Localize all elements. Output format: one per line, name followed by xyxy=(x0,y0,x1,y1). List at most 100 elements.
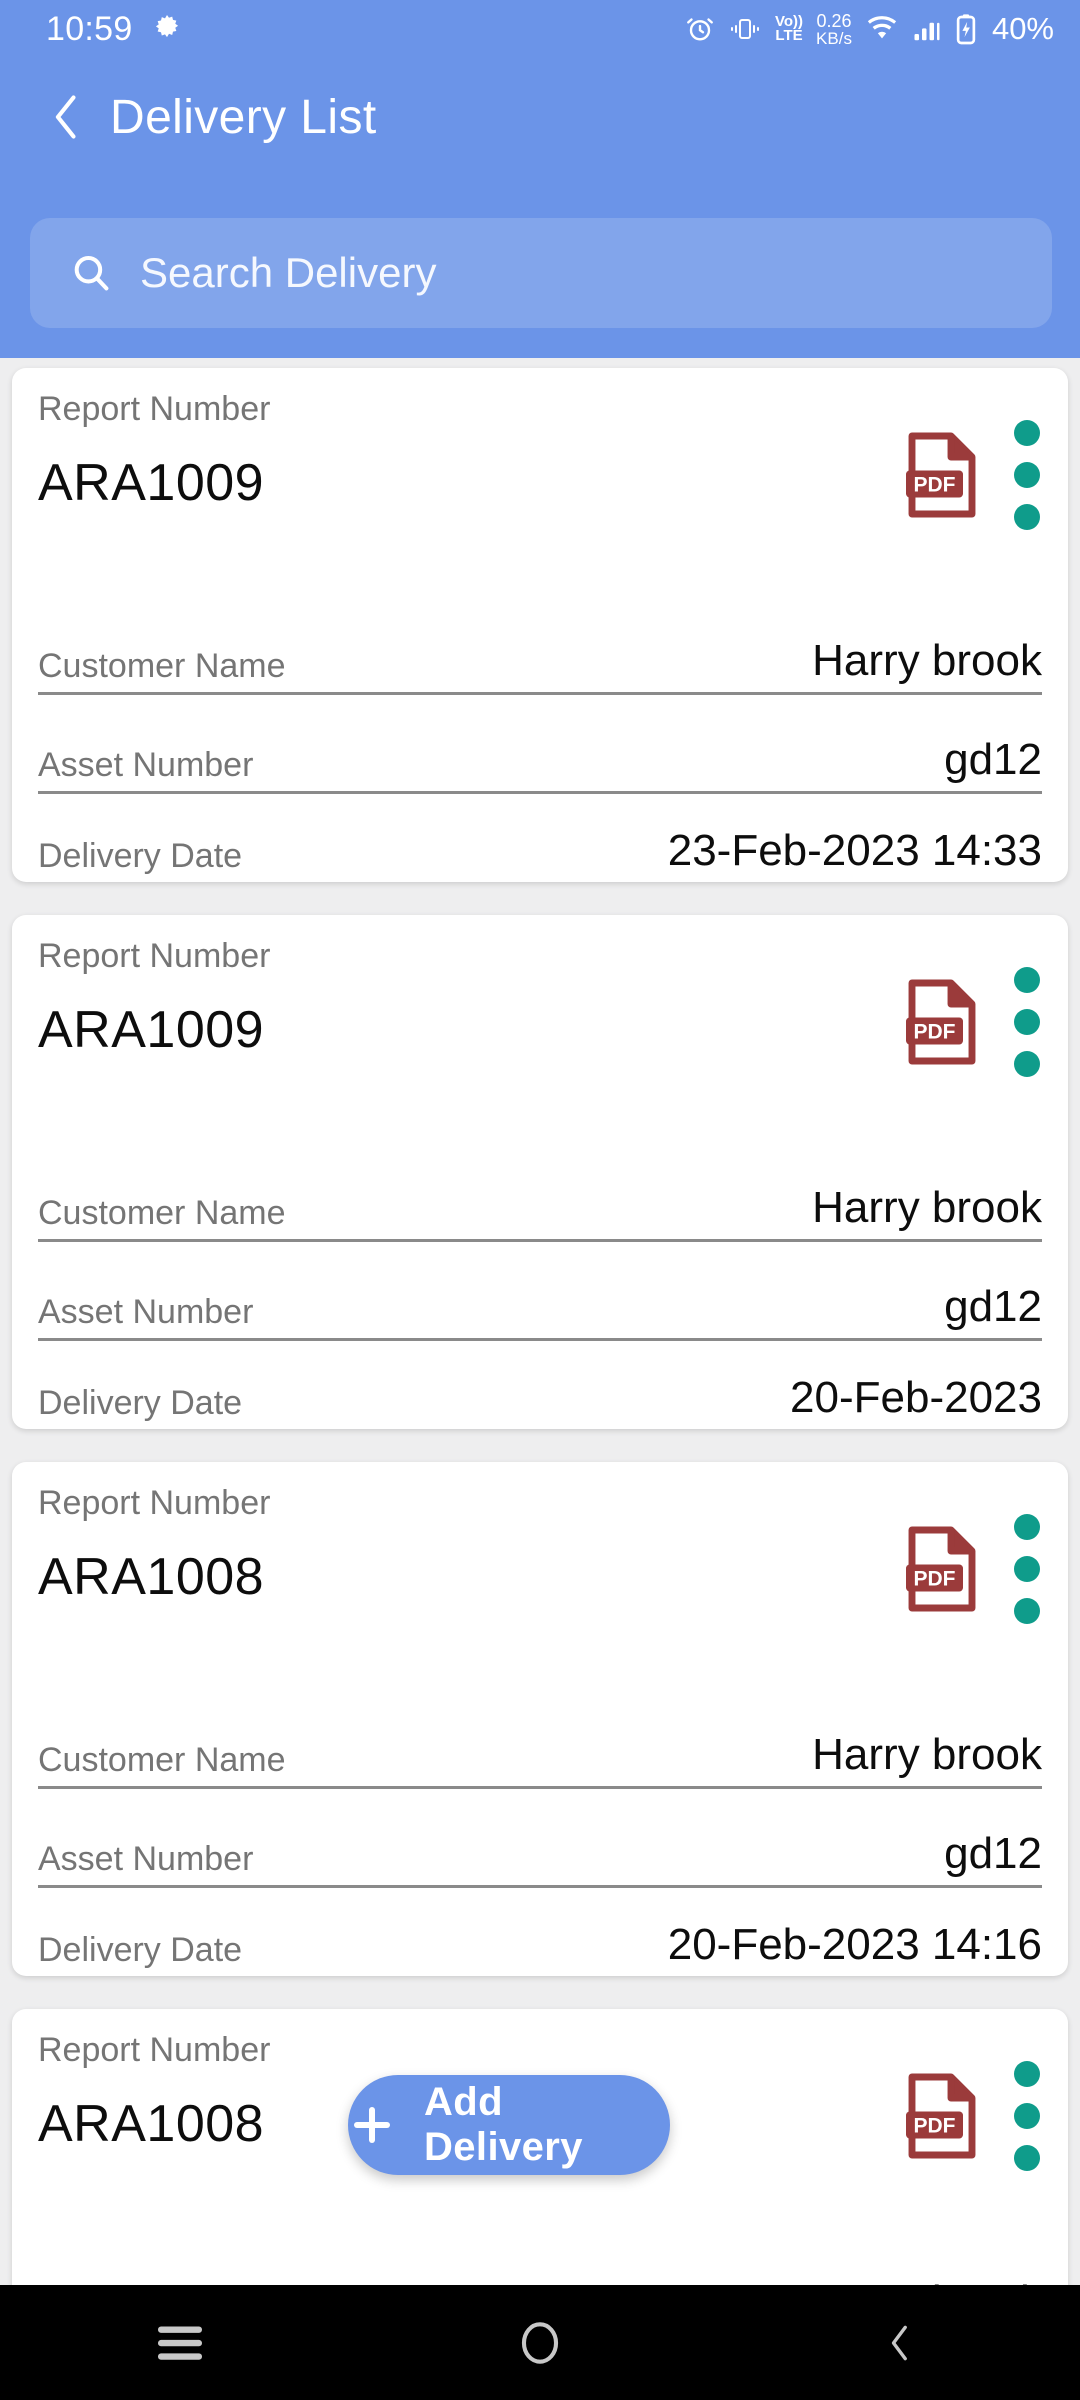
plus-icon xyxy=(348,2101,396,2149)
asset-number-value: gd12 xyxy=(944,1282,1042,1331)
delivery-date-value: 20-Feb-2023 xyxy=(790,1373,1042,1422)
volte-icon: Vo)) LTE xyxy=(775,14,803,44)
svg-text:PDF: PDF xyxy=(914,474,956,497)
customer-name-label: Customer Name xyxy=(38,1194,286,1232)
search-placeholder: Search Delivery xyxy=(140,249,437,296)
customer-name-value: Harry brook xyxy=(812,1730,1042,1779)
pdf-file-icon[interactable]: PDF xyxy=(906,1523,978,1615)
delivery-card[interactable]: Report Number ARA1009 PDF Customer Name … xyxy=(12,915,1068,1429)
more-vertical-icon[interactable] xyxy=(1014,420,1040,530)
delivery-date-row: Delivery Date 23-Feb-2023 14:33 xyxy=(38,794,1042,882)
battery-charging-icon xyxy=(955,13,977,45)
asset-number-value: gd12 xyxy=(944,1829,1042,1878)
network-speed-unit: KB/s xyxy=(816,28,852,48)
pdf-file-icon[interactable]: PDF xyxy=(906,976,978,1068)
report-number-value: ARA1008 xyxy=(38,1548,265,1606)
delivery-date-label: Delivery Date xyxy=(38,1384,243,1422)
status-bar: 10:59 Vo)) LTE 0.26 KB/s 40% xyxy=(0,0,1080,58)
card-actions: PDF xyxy=(906,967,1040,1077)
card-actions: PDF xyxy=(906,2061,1040,2171)
svg-text:PDF: PDF xyxy=(914,2115,956,2138)
app-screen: 10:59 Vo)) LTE 0.26 KB/s 40% Delivery Li… xyxy=(0,0,1080,2400)
delivery-date-value: 23-Feb-2023 14:33 xyxy=(667,826,1042,875)
delivery-card[interactable]: Report Number ARA1009 PDF Customer Name … xyxy=(12,368,1068,882)
customer-name-row: Customer Name Harry brook xyxy=(38,1143,1042,1239)
system-nav-bar xyxy=(0,2285,1080,2400)
status-bar-left: 10:59 xyxy=(46,10,183,49)
asset-number-value: gd12 xyxy=(944,735,1042,784)
dot xyxy=(1014,1051,1040,1077)
delivery-date-row: Delivery Date 20-Feb-2023 xyxy=(38,1341,1042,1429)
dot xyxy=(1014,504,1040,530)
delivery-card[interactable]: Report Number ARA1008 PDF xyxy=(12,1462,1068,1976)
more-vertical-icon[interactable] xyxy=(1014,1514,1040,1624)
network-speed-indicator: 0.26 KB/s xyxy=(816,12,852,47)
dot xyxy=(1014,2103,1040,2129)
more-vertical-icon[interactable] xyxy=(1014,2061,1040,2171)
customer-name-value: Harry brook xyxy=(812,636,1042,685)
dot xyxy=(1014,420,1040,446)
gear-icon xyxy=(151,13,183,45)
search-input[interactable]: Search Delivery xyxy=(30,218,1052,328)
title-row: Delivery List xyxy=(0,62,1080,172)
card-top: Report Number ARA1009 PDF xyxy=(38,390,1042,596)
card-actions: PDF xyxy=(906,1514,1040,1624)
dot xyxy=(1014,1009,1040,1035)
delivery-list[interactable]: Report Number ARA1009 PDF Customer Name … xyxy=(0,368,1080,2400)
asset-number-row: Asset Number gd12 xyxy=(38,695,1042,791)
customer-name-row: Customer Name Harry brook xyxy=(38,596,1042,692)
delivery-date-label: Delivery Date xyxy=(38,837,243,875)
card-actions: PDF xyxy=(906,420,1040,530)
customer-name-value: Harry brook xyxy=(812,1183,1042,1232)
customer-name-label: Customer Name xyxy=(38,1741,286,1779)
volte-bottom-text: LTE xyxy=(775,27,803,44)
pdf-file-icon[interactable]: PDF xyxy=(906,2070,978,2162)
report-number-label: Report Number xyxy=(38,390,271,428)
add-delivery-label: Add Delivery xyxy=(424,2080,583,2169)
more-vertical-icon[interactable] xyxy=(1014,967,1040,1077)
svg-text:PDF: PDF xyxy=(914,1568,956,1591)
vibrate-icon xyxy=(728,14,762,44)
home-circle-icon[interactable] xyxy=(360,2317,720,2369)
pdf-file-icon[interactable]: PDF xyxy=(906,429,978,521)
dot xyxy=(1014,2145,1040,2171)
status-bar-clock: 10:59 xyxy=(46,9,133,48)
asset-number-row: Asset Number gd12 xyxy=(38,1242,1042,1338)
customer-name-row: Customer Name Harry brook xyxy=(38,1690,1042,1786)
report-number-value: ARA1009 xyxy=(38,1001,265,1059)
svg-text:PDF: PDF xyxy=(914,1021,956,1044)
card-top: Report Number ARA1009 PDF xyxy=(38,937,1042,1143)
dot xyxy=(1014,462,1040,488)
dot xyxy=(1014,1598,1040,1624)
back-button[interactable] xyxy=(44,89,90,145)
report-number-label: Report Number xyxy=(38,2031,271,2069)
asset-number-label: Asset Number xyxy=(38,746,254,784)
cellular-signal-icon xyxy=(912,14,942,44)
report-number-value: ARA1009 xyxy=(38,454,265,512)
search-icon xyxy=(68,250,114,296)
dot xyxy=(1014,1514,1040,1540)
battery-level-text: 40% xyxy=(991,11,1054,46)
status-bar-right: Vo)) LTE 0.26 KB/s 40% xyxy=(685,11,1054,47)
dot xyxy=(1014,2061,1040,2087)
asset-number-label: Asset Number xyxy=(38,1840,254,1878)
dot xyxy=(1014,1556,1040,1582)
app-header: 10:59 Vo)) LTE 0.26 KB/s 40% Delivery Li… xyxy=(0,0,1080,358)
asset-number-label: Asset Number xyxy=(38,1293,254,1331)
recent-apps-icon[interactable] xyxy=(0,2321,360,2365)
delivery-date-row: Delivery Date 20-Feb-2023 14:16 xyxy=(38,1888,1042,1976)
dot xyxy=(1014,967,1040,993)
alarm-icon xyxy=(685,14,715,44)
card-top: Report Number ARA1008 PDF xyxy=(38,1484,1042,1690)
report-number-label: Report Number xyxy=(38,1484,271,1522)
network-speed-value: 0.26 xyxy=(816,10,852,31)
page-title: Delivery List xyxy=(110,90,377,144)
customer-name-label: Customer Name xyxy=(38,647,286,685)
wifi-icon xyxy=(865,14,899,44)
report-number-label: Report Number xyxy=(38,937,271,975)
asset-number-row: Asset Number gd12 xyxy=(38,1789,1042,1885)
delivery-date-label: Delivery Date xyxy=(38,1931,243,1969)
add-delivery-button[interactable]: Add Delivery xyxy=(348,2075,670,2175)
back-chevron-icon[interactable] xyxy=(720,2317,1080,2369)
delivery-date-value: 20-Feb-2023 14:16 xyxy=(667,1920,1042,1969)
